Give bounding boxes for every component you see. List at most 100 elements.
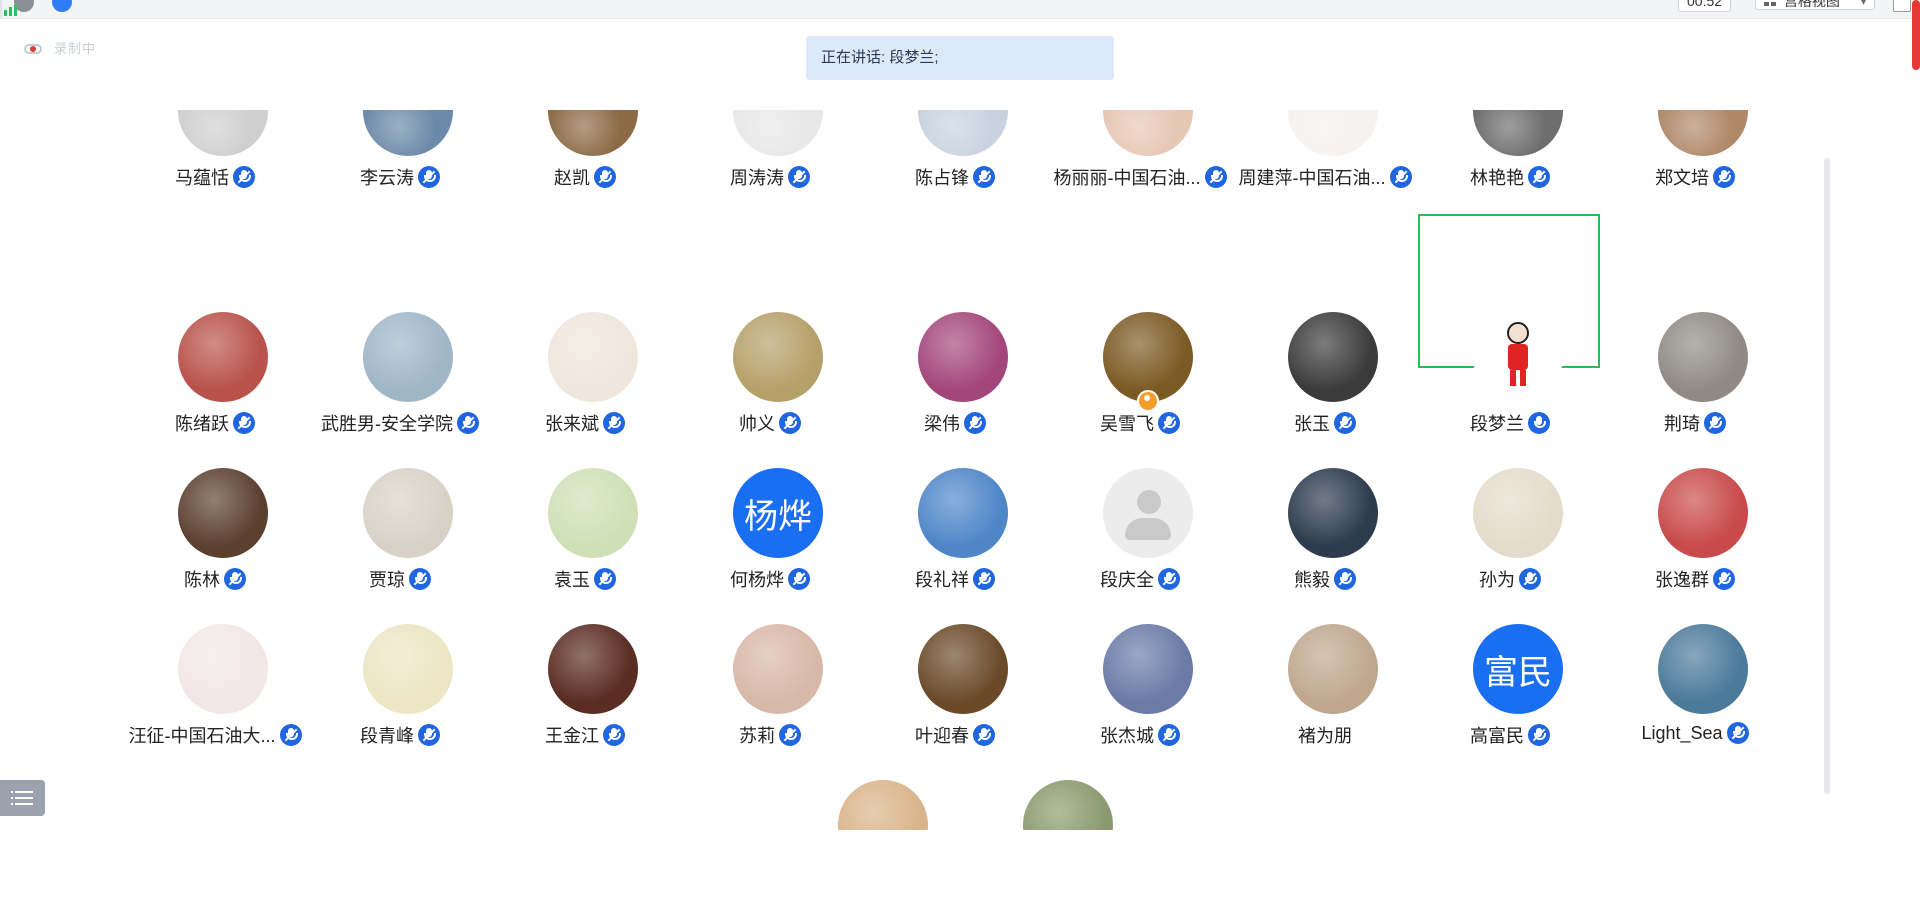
mic-muted-icon: [279, 724, 302, 746]
recording-indicator[interactable]: 录制中: [24, 38, 96, 57]
participant-name-row: 张玉: [1230, 410, 1420, 436]
avatar-initials: 富民: [1484, 653, 1552, 692]
participant-name-row: 熊毅: [1230, 566, 1420, 592]
participant-name-row: 荆琦: [1600, 410, 1790, 436]
mic-muted-icon: [1158, 412, 1180, 434]
fullscreen-button[interactable]: [1893, 0, 1911, 12]
participant-avatar: [178, 312, 268, 402]
participant-tile[interactable]: 褚为朋: [1230, 90, 1420, 746]
participant-tile[interactable]: Light_Sea: [1600, 90, 1790, 744]
participant-name: 梁伟: [924, 414, 960, 434]
participant-tile[interactable]: 段青峰: [305, 90, 495, 746]
participant-name: 熊毅: [1294, 570, 1330, 590]
participant-avatar: [363, 624, 453, 714]
mic-muted-icon: [973, 724, 995, 746]
participant-name: 段礼祥: [915, 570, 969, 590]
window-scrollbar-thumb[interactable]: [1912, 0, 1920, 70]
participant-avatar: [1473, 312, 1563, 402]
participant-avatar: [733, 624, 823, 714]
mic-muted-icon: [224, 568, 246, 590]
participant-name-row: 张逸群: [1600, 566, 1790, 592]
participant-avatar: [1658, 468, 1748, 558]
mic-muted-icon: [409, 568, 431, 590]
participant-list-toggle-button[interactable]: [0, 780, 45, 816]
participant-name: 武胜男-安全学院: [321, 414, 453, 434]
mic-muted-icon: [1334, 412, 1356, 434]
chevron-down-icon: ▾: [1860, 0, 1866, 8]
view-mode-dropdown[interactable]: 宫格视图 ▾: [1755, 0, 1875, 10]
participant-avatar: [1658, 624, 1748, 714]
mic-muted-icon: [1726, 722, 1749, 744]
participant-avatar: [918, 468, 1008, 558]
participant-name-row: 苏莉: [675, 722, 865, 748]
meeting-window: 00:52 宫格视图 ▾ 录制中 正在讲话: 段梦兰; 马蕴恬 李云涛 赵凯 周涛涛陈…: [0, 0, 1920, 903]
info-icon[interactable]: [14, 0, 34, 12]
network-signal-icon[interactable]: [0, 0, 17, 18]
participant-avatar: [548, 624, 638, 714]
mic-muted-icon: [418, 724, 440, 746]
participant-name: 张逸群: [1655, 570, 1709, 590]
participant-name: 张杰城: [1100, 726, 1154, 746]
participant-tile[interactable]: 王金江: [490, 90, 680, 746]
participant-name-row: 高富民: [1415, 722, 1605, 748]
security-shield-icon[interactable]: [52, 0, 72, 12]
mic-muted-icon: [788, 568, 810, 590]
grid-view-icon: [1764, 0, 1776, 6]
participant-avatar: [363, 312, 453, 402]
participant-name-row: Light_Sea: [1600, 722, 1790, 744]
participant-avatar: [733, 312, 823, 402]
participant-avatar: [1288, 468, 1378, 558]
participant-grid: 马蕴恬 李云涛 赵凯 周涛涛 陈占锋 杨丽丽-中国石油... 周建萍-中国石油... 林艳艳郑…: [0, 90, 1920, 830]
participant-avatar: [1103, 312, 1193, 402]
participant-name-row: 吴雪飞: [1045, 410, 1235, 436]
participant-tile[interactable]: 刘军鹏: [965, 90, 1155, 830]
top-toolbar: 00:52 宫格视图 ▾: [0, 0, 1920, 19]
participant-tile[interactable]: 汪征-中国石油大...: [120, 90, 310, 746]
participant-name-row: 贾琼: [305, 566, 495, 592]
speaking-banner: 正在讲话: 段梦兰;: [806, 36, 1114, 80]
participant-name: 张来斌: [545, 414, 599, 434]
host-badge-icon: [1137, 390, 1159, 412]
participant-name: 陈绪跃: [175, 414, 229, 434]
mic-muted-icon: [779, 412, 801, 434]
mic-muted-icon: [779, 724, 801, 746]
participant-avatar: 富民: [1473, 624, 1563, 714]
avatar-initials: 杨烨: [744, 497, 812, 536]
participant-name: 吴雪飞: [1100, 414, 1154, 434]
participant-name: 张玉: [1294, 414, 1330, 434]
participant-avatar: [1658, 312, 1748, 402]
participant-name: 袁玉: [554, 570, 590, 590]
mic-muted-icon: [964, 412, 986, 434]
meeting-timer: 00:52: [1678, 0, 1732, 12]
mic-muted-icon: [594, 568, 616, 590]
participant-avatar: [178, 624, 268, 714]
participant-grid-scrollbar[interactable]: [1824, 158, 1830, 794]
participant-name-row: 孙为: [1415, 566, 1605, 592]
participant-name-row: 段庆全: [1045, 566, 1235, 592]
participant-tile[interactable]: 殷启帅-安全学院: [780, 90, 970, 830]
participant-name-row: 梁伟: [860, 410, 1050, 436]
participant-name-row: 陈绪跃: [120, 410, 310, 436]
participant-name-row: 褚为朋: [1230, 722, 1420, 748]
participant-name-row: 王金江: [490, 722, 680, 748]
mic-muted-icon: [1528, 724, 1550, 746]
participant-avatar: [363, 468, 453, 558]
participant-name: 汪征-中国石油大...: [128, 726, 276, 746]
participant-avatar: [918, 624, 1008, 714]
mic-active-icon: [1528, 412, 1550, 434]
cloud-record-icon: [24, 41, 44, 55]
participant-name: 段青峰: [360, 726, 414, 746]
participant-name: 帅义: [739, 414, 775, 434]
participant-tile[interactable]: 富民高富民: [1415, 90, 1605, 746]
mic-muted-icon: [1519, 568, 1541, 590]
mic-muted-icon: [1713, 568, 1735, 590]
participant-name-row: 叶迎春: [860, 722, 1050, 748]
participant-name-row: 武胜男-安全学院: [305, 410, 495, 436]
view-mode-label: 宫格视图: [1783, 0, 1840, 9]
participant-name: 王金江: [545, 726, 599, 746]
participant-name-row: 汪征-中国石油大...: [120, 722, 310, 748]
recording-label: 录制中: [54, 41, 97, 56]
participant-name: 陈林: [184, 570, 220, 590]
participant-name: 荆琦: [1664, 414, 1700, 434]
participant-name: 孙为: [1479, 570, 1515, 590]
